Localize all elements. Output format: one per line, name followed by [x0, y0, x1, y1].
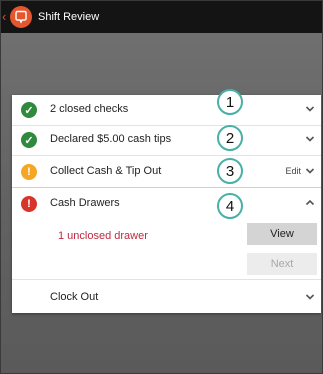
chevron-down-icon[interactable] [305, 133, 315, 145]
row-label: Clock Out [50, 291, 99, 303]
row-closed-checks[interactable]: ✓ 2 closed checks [12, 95, 321, 125]
divider [12, 187, 321, 188]
title-bar: ‹ Shift Review [1, 1, 322, 33]
row-clock-out[interactable]: Clock Out [12, 283, 321, 313]
row-label: 2 closed checks [50, 103, 129, 115]
row-cash-drawers[interactable]: ! Cash Drawers [12, 189, 321, 219]
chevron-down-icon[interactable] [305, 103, 315, 115]
callout-marker: 2 [217, 125, 243, 151]
chat-bubble-icon[interactable] [10, 6, 32, 28]
error-circle-icon: ! [21, 196, 37, 212]
row-label: Declared $5.00 cash tips [50, 133, 172, 145]
app-window: ‹ Shift Review ✓ 2 closed checks ✓ Decla… [0, 0, 323, 374]
chevron-down-icon[interactable] [305, 165, 315, 177]
view-button[interactable]: View [247, 223, 317, 245]
row-cash-tips[interactable]: ✓ Declared $5.00 cash tips [12, 125, 321, 155]
unclosed-drawer-text: 1 unclosed drawer [58, 230, 148, 242]
divider [12, 279, 321, 280]
edit-link[interactable]: Edit [285, 166, 301, 176]
row-label: Collect Cash & Tip Out [50, 165, 162, 177]
row-collect-cash[interactable]: ! Collect Cash & Tip Out Edit [12, 157, 321, 187]
row-label: Cash Drawers [50, 197, 120, 209]
callout-marker: 1 [217, 89, 243, 115]
next-button[interactable]: Next [247, 253, 317, 275]
shift-review-card: ✓ 2 closed checks ✓ Declared $5.00 cash … [12, 95, 321, 313]
check-circle-icon: ✓ [21, 132, 37, 148]
divider [12, 155, 321, 156]
callout-marker: 4 [217, 193, 243, 219]
back-arrow-icon[interactable]: ‹ [2, 1, 10, 33]
chevron-up-icon[interactable] [305, 197, 315, 209]
warning-circle-icon: ! [21, 164, 37, 180]
check-circle-icon: ✓ [21, 102, 37, 118]
callout-marker: 3 [217, 158, 243, 184]
app-title: Shift Review [38, 11, 100, 23]
chevron-down-icon[interactable] [305, 291, 315, 303]
